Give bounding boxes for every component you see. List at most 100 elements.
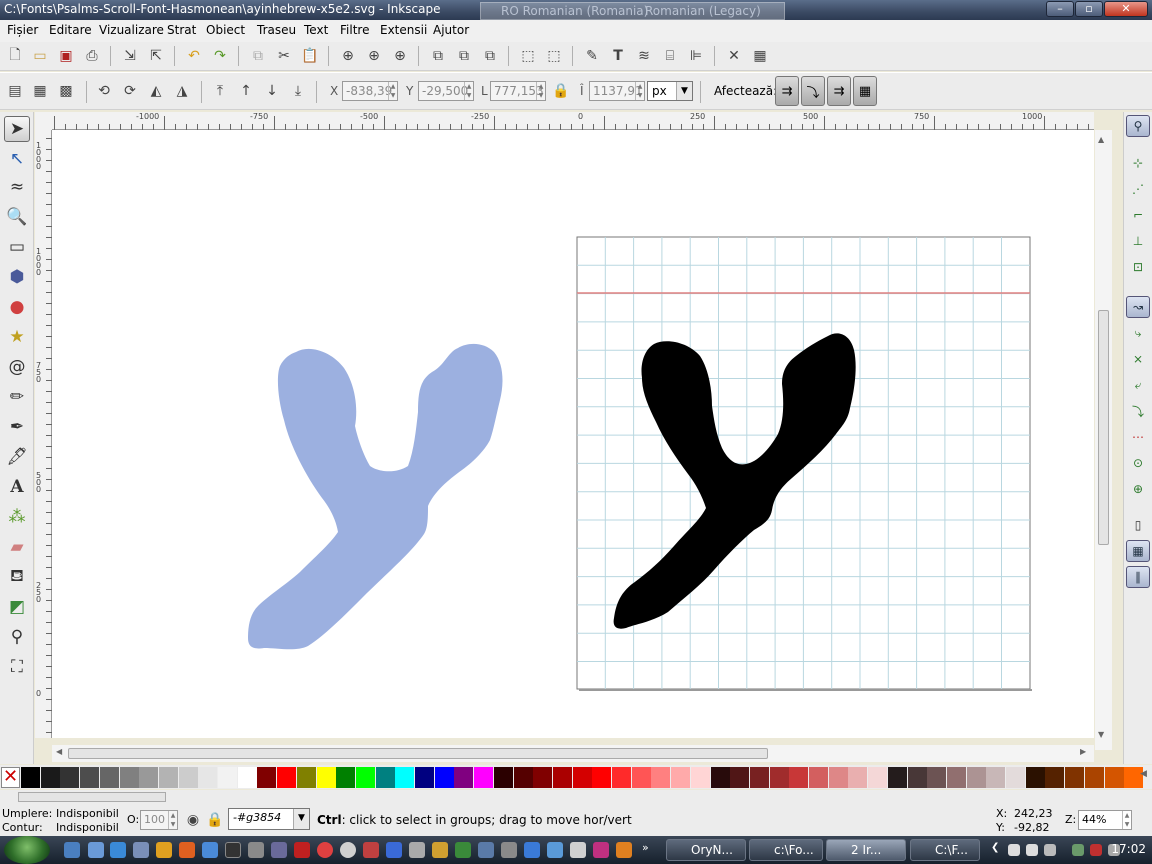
color-swatch[interactable] [986, 767, 1006, 788]
text-tool-icon[interactable]: A [4, 474, 30, 500]
import-icon[interactable]: ⇲ [121, 47, 139, 65]
menu-object[interactable]: Obiect [206, 23, 245, 37]
paste-icon[interactable]: 📋 [301, 47, 319, 65]
snap-midpoints-icon[interactable]: ⋯ [1126, 426, 1150, 448]
transform-patterns-toggle[interactable]: ▦ [853, 76, 877, 106]
switch-windows-icon[interactable] [88, 842, 104, 858]
zoom-drawing-icon[interactable]: ⊕ [365, 47, 383, 65]
color-swatch[interactable] [612, 767, 631, 788]
taskbar-button[interactable]: OryN... [666, 839, 746, 861]
menu-layer[interactable]: Strat [167, 23, 196, 37]
color-swatch[interactable] [789, 767, 809, 788]
color-swatch[interactable] [296, 767, 316, 788]
scroll-left-arrow[interactable]: ◀ [56, 747, 62, 756]
language-bar[interactable]: RO Romanian (Romania) Romanian (Legacy) [480, 2, 785, 20]
height-spin-arrows[interactable]: ▲ ▼ [635, 82, 644, 100]
color-swatch[interactable] [454, 767, 474, 788]
taskbar-button[interactable]: 2 Ir... [826, 839, 906, 861]
x-position-field[interactable]: -838,39 ▲ ▼ [342, 81, 398, 101]
firefox-icon[interactable] [179, 842, 195, 858]
transform-gradients-toggle[interactable]: ⇉ [827, 76, 851, 106]
internet-explorer-icon[interactable] [110, 842, 126, 858]
rotate-cw-icon[interactable]: ⟳ [121, 82, 139, 100]
color-swatch[interactable] [99, 767, 119, 788]
maximize-button[interactable]: ▫ [1075, 1, 1103, 17]
color-swatch[interactable] [848, 767, 868, 788]
opacity-field[interactable]: 100 ▲ ▼ [140, 810, 178, 830]
color-swatch[interactable] [355, 767, 375, 788]
unit-select[interactable]: px ▼ [647, 81, 693, 101]
snap-cusp-icon[interactable]: ⤶ [1126, 374, 1150, 396]
dropper-tool-icon[interactable]: ⚲ [4, 624, 30, 650]
color-swatch[interactable] [907, 767, 927, 788]
vertical-scrollbar[interactable]: ▲ ▼ [1095, 130, 1112, 750]
quicklaunch-icon[interactable] [340, 842, 356, 858]
open-folder-icon[interactable]: ▭ [31, 47, 49, 65]
snap-nodes-icon[interactable]: ↝ [1126, 296, 1150, 318]
snap-grid-icon[interactable]: ▦ [1126, 540, 1150, 562]
color-swatch[interactable] [434, 767, 454, 788]
color-swatch[interactable] [710, 767, 730, 788]
duplicate-icon[interactable]: ⧉ [429, 47, 447, 65]
select-all-layers-icon[interactable]: ▦ [31, 82, 49, 100]
quicklaunch-icon[interactable] [570, 842, 586, 858]
tray-icon[interactable] [1044, 844, 1056, 856]
calligraphy-tool-icon[interactable]: 🖋 [4, 444, 30, 470]
text-font-icon[interactable]: T [609, 47, 627, 65]
color-swatch[interactable] [809, 767, 828, 788]
save-icon[interactable]: ▣ [57, 47, 75, 65]
palette-menu-arrow[interactable]: ◀ [1140, 769, 1147, 779]
horizontal-scroll-thumb[interactable] [68, 748, 768, 759]
taskbar-button[interactable]: c:\Fo... [749, 839, 823, 861]
eye-icon[interactable]: ◉ [184, 811, 202, 829]
print-icon[interactable]: ⎙ [83, 47, 101, 65]
media-icon[interactable] [156, 842, 172, 858]
horizontal-ruler[interactable]: -1000 -750 -500 -250 0 250 500 750 1000 [52, 112, 1094, 130]
color-swatch[interactable] [651, 767, 671, 788]
color-swatch[interactable] [749, 767, 769, 788]
menu-view[interactable]: Vizualizare [99, 23, 164, 37]
vertical-scroll-thumb[interactable] [1098, 310, 1109, 545]
color-swatch[interactable] [40, 767, 60, 788]
select-all-icon[interactable]: ▤ [6, 82, 24, 100]
rotate-ccw-icon[interactable]: ⟲ [95, 82, 113, 100]
palette-scroll-thumb[interactable] [18, 792, 166, 802]
color-swatch[interactable] [237, 767, 257, 788]
color-swatch[interactable] [198, 767, 218, 788]
color-swatch[interactable] [631, 767, 651, 788]
x-spin-arrows[interactable]: ▲ ▼ [388, 82, 397, 100]
color-swatch[interactable] [927, 767, 947, 788]
color-swatch[interactable] [533, 767, 553, 788]
layer-select[interactable]: -#g3854 ▼ [228, 808, 310, 830]
command-prompt-icon[interactable] [225, 842, 241, 858]
height-field[interactable]: 1137,91 ▲ ▼ [589, 81, 645, 101]
color-swatch[interactable] [769, 767, 789, 788]
deselect-icon[interactable]: ▩ [57, 82, 75, 100]
stroke-value[interactable]: Indisponibil [56, 821, 119, 834]
snap-object-center-icon[interactable]: ⊙ [1126, 452, 1150, 474]
ungroup-icon[interactable]: ⬚ [545, 47, 563, 65]
color-swatch[interactable] [316, 767, 336, 788]
palette-scrollbar[interactable] [0, 790, 1152, 804]
preferences-icon[interactable]: ✕ [725, 47, 743, 65]
selector-tool-icon[interactable]: ➤ [4, 116, 30, 142]
ayin-glyph-preview[interactable] [248, 343, 503, 650]
spiral-tool-icon[interactable]: @ [4, 354, 30, 380]
lower-to-bottom-icon[interactable]: ⤓ [289, 82, 307, 100]
menu-help[interactable]: Ajutor [433, 23, 469, 37]
color-swatch[interactable] [493, 767, 513, 788]
tweak-tool-icon[interactable]: ≈ [4, 174, 30, 200]
vertical-ruler[interactable]: 1000 1000 750 500 250 0 [35, 130, 52, 738]
quicklaunch-icon[interactable] [524, 842, 540, 858]
align-distribute-icon[interactable]: ⊫ [687, 47, 705, 65]
menu-file[interactable]: Fișier [7, 23, 38, 37]
layers-icon[interactable]: ≋ [635, 47, 653, 65]
quicklaunch-overflow-icon[interactable]: » [642, 841, 649, 854]
new-document-icon[interactable]: 🗋 [6, 47, 24, 65]
color-swatch[interactable] [1065, 767, 1085, 788]
network-icon[interactable] [1072, 844, 1084, 856]
redo-icon[interactable]: ↷ [211, 47, 229, 65]
cut-icon[interactable]: ✂ [275, 47, 293, 65]
pen-tool-icon[interactable]: ✒ [4, 414, 30, 440]
menu-path[interactable]: Traseu [257, 23, 296, 37]
